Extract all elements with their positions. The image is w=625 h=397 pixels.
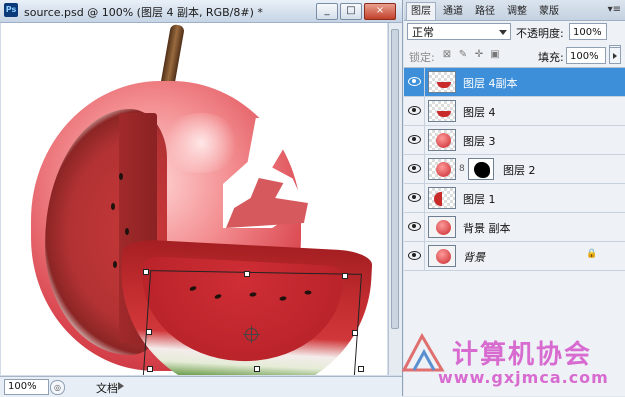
mask-link-icon[interactable]: 8 [459, 164, 465, 174]
visibility-eye-icon[interactable] [408, 134, 421, 144]
layer-name: 图层 1 [463, 193, 496, 206]
transform-handle-bottom[interactable] [254, 366, 260, 372]
free-transform-box[interactable] [142, 270, 362, 375]
tab-adjustments[interactable]: 调整 [502, 2, 532, 21]
layer-name: 图层 4副本 [463, 77, 518, 90]
fill-input[interactable]: 100% [566, 47, 606, 64]
blend-mode-value: 正常 [412, 26, 434, 39]
layer-thumbnail[interactable] [428, 100, 456, 122]
layer-name: 背景 副本 [463, 222, 511, 235]
zoom-field[interactable]: 100% [4, 379, 49, 395]
visibility-eye-icon[interactable] [408, 163, 421, 173]
tab-channels[interactable]: 通道 [438, 2, 468, 21]
layer-thumbnail[interactable] [428, 71, 456, 93]
layer-thumbnail[interactable] [428, 129, 456, 151]
transform-handle-bottom-right[interactable] [358, 366, 364, 372]
layer-thumbnail[interactable] [428, 158, 456, 180]
status-bar: 100% ◎ 文档 [0, 376, 402, 397]
watermark-url: www.gxjmca.com [438, 368, 609, 387]
transform-handle-right[interactable] [352, 330, 358, 336]
transform-handle-top[interactable] [244, 271, 250, 277]
blend-mode-select[interactable]: 正常 [407, 23, 511, 40]
layer-name: 图层 2 [503, 164, 536, 177]
transform-handle-bottom-left[interactable] [147, 366, 153, 372]
lock-transparent-icon[interactable]: ⊠ [441, 49, 453, 61]
layer-row[interactable]: 图层 4 [404, 97, 625, 126]
layer-name: 背景 [463, 251, 485, 264]
visibility-eye-icon[interactable] [408, 250, 421, 260]
transform-handle-left[interactable] [146, 329, 152, 335]
layer-row[interactable]: 背景 副本 [404, 213, 625, 242]
visibility-eye-icon[interactable] [408, 76, 421, 86]
maximize-button[interactable]: □ [340, 3, 362, 20]
apple-highlight [161, 113, 241, 173]
layer-name: 图层 3 [463, 135, 496, 148]
layer-thumbnail[interactable] [428, 187, 456, 209]
layer-row[interactable]: 图层 3 [404, 126, 625, 155]
layer-row[interactable]: 背景 🔒 [404, 242, 625, 271]
lock-all-icon[interactable]: ▣ [489, 49, 501, 61]
document-titlebar[interactable]: Ps source.psd @ 100% (图层 4 副本, RGB/8#) *… [0, 0, 402, 23]
document-window: Ps source.psd @ 100% (图层 4 副本, RGB/8#) *… [0, 0, 403, 397]
layers-list: 图层 4副本 图层 4 图层 3 8 图层 2 图层 1 背景 副本 背景 🔒 [404, 68, 625, 271]
lock-paint-icon[interactable]: ✎ [457, 49, 469, 61]
lock-icon: 🔒 [586, 249, 598, 259]
canvas[interactable] [1, 23, 387, 375]
tab-layers[interactable]: 图层 [406, 2, 436, 20]
document-info-label: 文档 [96, 382, 118, 395]
opacity-input[interactable]: 100% [569, 23, 607, 40]
tab-paths[interactable]: 路径 [470, 2, 500, 21]
chevron-down-icon [499, 30, 507, 35]
visibility-eye-icon[interactable] [408, 105, 421, 115]
transform-handle-top-right[interactable] [342, 273, 348, 279]
close-button[interactable]: × [364, 3, 396, 20]
lock-position-icon[interactable]: ✛ [473, 49, 485, 61]
layer-thumbnail[interactable] [428, 216, 456, 238]
status-info-icon[interactable]: ◎ [50, 380, 65, 395]
watermark-text: 计算机协会 [452, 340, 593, 370]
layer-thumbnail[interactable] [428, 245, 456, 267]
panel-menu-icon[interactable]: ▾≡ [608, 4, 621, 15]
fill-slider-arrow-icon[interactable] [609, 47, 621, 64]
blend-opacity-row: 正常 不透明度: 100% [404, 22, 625, 62]
document-title: source.psd @ 100% (图层 4 副本, RGB/8#) * [24, 6, 263, 19]
layer-mask-thumbnail[interactable] [468, 158, 494, 180]
vertical-scrollbar[interactable] [388, 23, 402, 375]
tab-masks[interactable]: 蒙版 [534, 2, 564, 21]
scrollbar-thumb[interactable] [391, 29, 399, 329]
layer-name: 图层 4 [463, 106, 496, 119]
panel-tabs: 图层 通道 路径 调整 蒙版 ▾≡ [404, 0, 625, 21]
status-menu-arrow-icon[interactable] [118, 382, 124, 390]
layer-row[interactable]: 8 图层 2 [404, 155, 625, 184]
transform-handle-top-left[interactable] [143, 269, 149, 275]
opacity-label: 不透明度: [516, 27, 564, 40]
fill-label: 填充: [538, 51, 564, 64]
photoshop-app-icon: Ps [4, 3, 18, 17]
visibility-eye-icon[interactable] [408, 192, 421, 202]
visibility-eye-icon[interactable] [408, 221, 421, 231]
lock-label: 锁定: [409, 51, 435, 64]
layer-row[interactable]: 图层 1 [404, 184, 625, 213]
transform-pivot-icon[interactable] [243, 326, 260, 343]
minimize-button[interactable]: _ [316, 3, 338, 20]
layer-row[interactable]: 图层 4副本 [404, 68, 625, 97]
lock-fill-row: 锁定: ⊠ ✎ ✛ ▣ 填充: 100% [404, 45, 625, 68]
